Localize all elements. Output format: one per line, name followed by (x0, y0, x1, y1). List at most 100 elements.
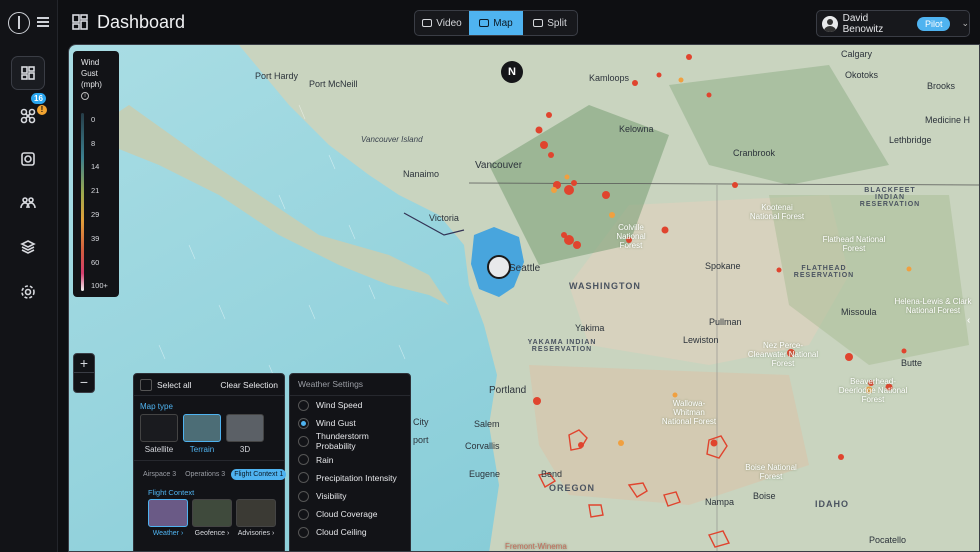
legend-tick: 8 (91, 139, 96, 148)
flight-context-advisories[interactable]: Advisories › (236, 499, 276, 537)
label-okotoks: Okotoks (845, 70, 879, 80)
weather-option-thunderstorm[interactable]: Thunderstorm Probability (290, 431, 410, 451)
map-view[interactable]: Port Hardy Port McNeill Kamloops Calgary… (68, 44, 980, 552)
radio[interactable] (298, 472, 309, 484)
label-airport: port (413, 435, 429, 445)
info-icon[interactable]: i (81, 92, 89, 100)
map-type-satellite[interactable]: Satellite (140, 414, 178, 454)
radio[interactable] (298, 417, 309, 429)
label-missoula: Missoula (841, 307, 877, 317)
clear-selection-button[interactable]: Clear Selection (220, 380, 278, 390)
user-name: David Benowitz (842, 12, 884, 35)
view-map-button[interactable]: Map (469, 11, 523, 35)
weather-option-cloud-ceiling[interactable]: Cloud Ceiling (290, 523, 410, 541)
nav-media[interactable] (11, 142, 45, 176)
advisories-thumbnail (236, 499, 276, 527)
label-kamloops: Kamloops (589, 73, 630, 83)
wind-gust-legend: Wind Gust (mph) i 0 8 14 21 29 39 60 100… (73, 51, 119, 297)
label-butte: Butte (901, 358, 923, 368)
label-calgary: Calgary (841, 49, 873, 59)
flight-context-weather[interactable]: Weather › (148, 499, 188, 537)
label-lewiston: Lewiston (683, 335, 719, 345)
radio[interactable] (298, 399, 309, 411)
weather-option-label: Wind Gust (316, 418, 356, 429)
label-nampa: Nampa (705, 497, 735, 507)
tab-operations[interactable]: Operations 3 (182, 469, 228, 480)
weather-option-visibility[interactable]: Visibility (290, 487, 410, 505)
map-icon (479, 19, 490, 27)
radio[interactable] (298, 526, 309, 538)
geofence-thumbnail (192, 499, 232, 527)
label-yakama: YAKAMA INDIAN RESERVATION (527, 339, 597, 353)
view-video-button[interactable]: Video (415, 11, 469, 35)
layer-tabs: Airspace 3 Operations 3 Flight Context 1 (134, 460, 287, 484)
tab-airspace[interactable]: Airspace 3 (140, 469, 179, 480)
user-menu[interactable]: David Benowitz Pilot ⌄ (816, 10, 970, 37)
legend-tick: 21 (91, 186, 100, 195)
nav-dashboard[interactable] (11, 56, 45, 90)
nav-fleet[interactable]: 16 ! (11, 93, 47, 133)
avatar (822, 15, 838, 32)
radio[interactable] (298, 435, 309, 447)
label-colville: Colville National Forest (616, 223, 646, 250)
label-eugene: Eugene (469, 469, 501, 479)
flight-context-geofence[interactable]: Geofence › (192, 499, 232, 537)
select-all-label: Select all (157, 379, 192, 390)
satellite-icon (140, 414, 178, 442)
label-port-mcneill: Port McNeill (309, 79, 358, 89)
view-split-button[interactable]: Split (523, 11, 577, 35)
radio[interactable] (298, 490, 309, 502)
label-blackfeet: BLACKFEET INDIAN RESERVATION (859, 187, 921, 208)
legend-tick: 29 (91, 210, 100, 219)
map-type-3d[interactable]: 3D (226, 414, 264, 454)
weather-option-cloud-coverage[interactable]: Cloud Coverage (290, 505, 410, 523)
label-fremont: Fremont-Winema (505, 542, 567, 551)
view-toggle: Video Map Split (414, 10, 578, 36)
zoom-in-button[interactable]: + (74, 354, 94, 373)
nav-layers[interactable] (11, 230, 45, 264)
nav-settings[interactable] (11, 275, 45, 309)
top-bar: Dashboard Video Map Split David Benowitz… (58, 0, 980, 44)
map-type-terrain[interactable]: Terrain (183, 414, 221, 454)
label-washington: WASHINGTON (569, 281, 641, 291)
weather-option-precipitation[interactable]: Precipitation Intensity (290, 469, 410, 487)
compass[interactable]: N (501, 61, 523, 83)
weather-option-rain[interactable]: Rain (290, 451, 410, 469)
tab-label: Flight Context (234, 471, 278, 478)
dashboard-title-icon (72, 14, 88, 30)
drone-marker[interactable] (487, 255, 511, 279)
zoom-out-button[interactable]: − (74, 373, 94, 392)
chevron-left-icon[interactable]: ‹ (967, 315, 979, 335)
tab-flight-context[interactable]: Flight Context 1 (231, 469, 287, 480)
weather-settings-title: Weather Settings (290, 374, 410, 396)
flight-context-label: Advisories › (237, 530, 275, 537)
nav-team[interactable] (11, 186, 45, 220)
menu-icon[interactable] (37, 17, 49, 27)
drone-icon (20, 108, 36, 124)
label-medicine-hat: Medicine H (925, 115, 971, 125)
view-split-label: Split (547, 17, 567, 29)
gear-icon (21, 285, 35, 299)
label-nez-perce: Nez Perce-Clearwater National Forest (747, 341, 819, 368)
tab-count: 3 (221, 471, 226, 478)
map-type-title: Map type (140, 402, 173, 411)
fleet-badge: 16 (31, 93, 46, 104)
legend-title-2: Gust (81, 69, 98, 78)
radio[interactable] (298, 454, 309, 466)
radio[interactable] (298, 508, 309, 520)
weather-option-label: Rain (316, 454, 334, 465)
page-title: Dashboard (97, 12, 186, 32)
label-seattle: Seattle (509, 263, 541, 274)
label-lethbridge: Lethbridge (889, 135, 932, 145)
legend-tick: 60 (91, 258, 100, 267)
media-icon (21, 152, 35, 166)
select-all-checkbox[interactable] (140, 378, 152, 391)
legend-tick: 39 (91, 234, 100, 243)
label-vancouver: Vancouver (475, 160, 523, 171)
3d-thumbnail (226, 414, 264, 442)
weather-option-wind-gust[interactable]: Wind Gust (290, 414, 410, 432)
label-flathead-nf: Flathead National Forest (822, 235, 886, 253)
weather-option-wind-speed[interactable]: Wind Speed (290, 396, 410, 414)
zoom-controls: + − (73, 353, 95, 393)
logo-icon[interactable] (8, 12, 30, 34)
